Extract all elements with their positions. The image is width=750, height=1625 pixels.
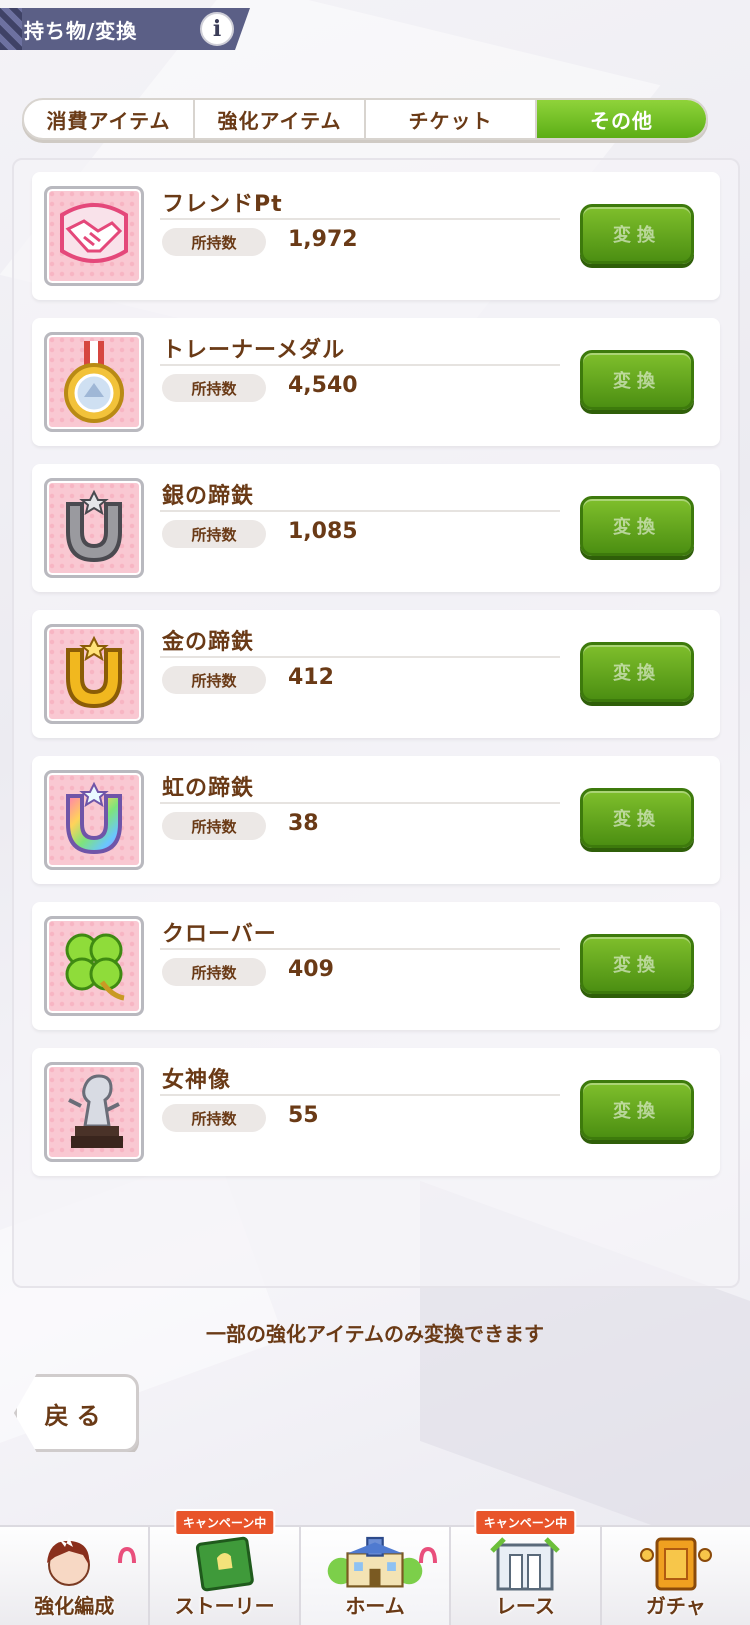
page-title: 持ち物/変換 xyxy=(24,18,138,43)
item-icon-frame xyxy=(44,332,144,432)
convert-button[interactable]: 変換 xyxy=(580,788,694,848)
item-icon-frame xyxy=(44,478,144,578)
tab-consumables[interactable]: 消費アイテム xyxy=(24,100,195,138)
quantity-value: 412 xyxy=(288,665,334,690)
campaign-badge: キャンペーン中 xyxy=(474,1509,577,1536)
quantity-label: 所持数 xyxy=(162,228,266,256)
gold-horseshoe-icon xyxy=(66,635,122,709)
item-name: 金の蹄鉄 xyxy=(162,630,255,655)
list-item: フレンドPt 所持数 1,972 変換 xyxy=(32,172,720,300)
nav-label: ストーリー xyxy=(174,1594,275,1618)
convert-button[interactable]: 変換 xyxy=(580,934,694,994)
quantity-label: 所持数 xyxy=(162,812,266,840)
list-item: 金の蹄鉄 所持数 412 変換 xyxy=(32,610,720,738)
nav-label: ガチャ xyxy=(645,1594,706,1618)
divider xyxy=(160,364,560,366)
conversion-note: 一部の強化アイテムのみ変換できます xyxy=(206,1322,544,1346)
notification-icon xyxy=(118,1546,137,1564)
nav-label: ホーム xyxy=(345,1594,405,1618)
item-name: クローバー xyxy=(162,922,277,947)
silver-horseshoe-icon xyxy=(66,489,122,563)
divider xyxy=(160,802,560,804)
nav-label: 強化編成 xyxy=(34,1594,115,1618)
gacha-door-icon xyxy=(639,1537,712,1591)
divider xyxy=(160,948,560,950)
divider xyxy=(160,656,560,658)
bottom-nav: 強化編成 キャンペーン中 ストーリー ホーム キャンペーン中 レース ガチャ xyxy=(0,1509,750,1625)
list-item: クローバー 所持数 409 変換 xyxy=(32,902,720,1030)
nav-label: レース xyxy=(495,1594,555,1618)
race-gate-icon xyxy=(490,1537,561,1591)
quantity-label: 所持数 xyxy=(162,520,266,548)
tab-other[interactable]: その他 xyxy=(537,100,706,138)
quantity-value: 38 xyxy=(288,811,319,836)
quantity-value: 1,972 xyxy=(288,227,358,252)
convert-button[interactable]: 変換 xyxy=(580,204,694,264)
item-icon-frame xyxy=(44,916,144,1016)
info-icon[interactable]: i xyxy=(200,12,234,46)
nav-item-gacha[interactable]: ガチャ xyxy=(602,1527,750,1625)
quantity-value: 1,085 xyxy=(288,519,358,544)
divider xyxy=(160,510,560,512)
item-icon-frame xyxy=(44,186,144,286)
tab-enhancement[interactable]: 強化アイテム xyxy=(195,100,366,138)
character-avatar-icon xyxy=(47,1537,91,1586)
quantity-label: 所持数 xyxy=(162,1104,266,1132)
item-icon-frame xyxy=(44,1062,144,1162)
nav-item-home[interactable]: ホーム xyxy=(300,1527,452,1625)
item-name: トレーナーメダル xyxy=(162,338,346,363)
category-tabs: 消費アイテム 強化アイテム チケット その他 xyxy=(22,98,708,140)
back-button[interactable]: 戻る xyxy=(14,1374,139,1452)
item-name: フレンドPt xyxy=(162,192,283,217)
item-name: 女神像 xyxy=(162,1068,232,1093)
notification-icon xyxy=(419,1546,438,1564)
quantity-label: 所持数 xyxy=(162,666,266,694)
list-item: 女神像 所持数 55 変換 xyxy=(32,1048,720,1176)
handshake-icon xyxy=(60,203,128,263)
quantity-value: 4,540 xyxy=(288,373,358,398)
list-item: トレーナーメダル 所持数 4,540 変換 xyxy=(32,318,720,446)
goddess-statue-icon xyxy=(68,1074,123,1148)
nav-item-enhance-team[interactable]: 強化編成 xyxy=(0,1527,151,1625)
divider xyxy=(160,1094,560,1096)
campaign-badge: キャンペーン中 xyxy=(173,1509,276,1536)
book-icon xyxy=(195,1536,254,1592)
quantity-label: 所持数 xyxy=(162,958,266,986)
item-name: 虹の蹄鉄 xyxy=(162,776,255,801)
header-stripe xyxy=(0,8,22,50)
quantity-value: 55 xyxy=(288,1103,319,1128)
quantity-label: 所持数 xyxy=(162,374,266,402)
nav-item-race[interactable]: キャンペーン中 レース xyxy=(451,1509,602,1625)
tab-tickets[interactable]: チケット xyxy=(366,100,537,138)
quantity-value: 409 xyxy=(288,957,334,982)
convert-button[interactable]: 変換 xyxy=(580,642,694,702)
convert-button[interactable]: 変換 xyxy=(580,496,694,556)
item-icon-frame xyxy=(44,770,144,870)
divider xyxy=(160,218,560,220)
item-name: 銀の蹄鉄 xyxy=(162,484,255,509)
rainbow-horseshoe-icon xyxy=(66,781,122,855)
item-icon-frame xyxy=(44,624,144,724)
convert-button[interactable]: 変換 xyxy=(580,1080,694,1140)
convert-button[interactable]: 変換 xyxy=(580,350,694,410)
nav-item-story[interactable]: キャンペーン中 ストーリー xyxy=(150,1509,301,1625)
list-item: 虹の蹄鉄 所持数 38 変換 xyxy=(32,756,720,884)
clover-icon xyxy=(65,933,125,1001)
list-item: 銀の蹄鉄 所持数 1,085 変換 xyxy=(32,464,720,592)
medal-icon xyxy=(64,341,124,423)
